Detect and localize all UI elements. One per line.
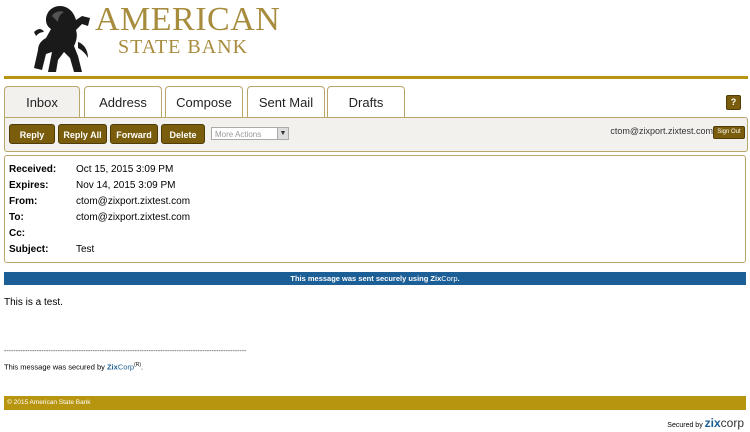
from-row: From: ctom@zixport.zixtest.com bbox=[9, 194, 190, 210]
subject-row: Subject: Test bbox=[9, 242, 94, 258]
subject-value: Test bbox=[76, 244, 95, 255]
help-button[interactable]: ? bbox=[726, 95, 741, 110]
user-email: ctom@zixport.zixtest.com bbox=[610, 126, 713, 136]
brand-line1: AMERICAN bbox=[95, 1, 281, 38]
zixcorp-zix: Zix bbox=[106, 362, 118, 372]
zixcorp-logo[interactable]: zixcorp bbox=[705, 416, 744, 430]
expires-row: Expires: Nov 14, 2015 3:09 PM bbox=[9, 178, 176, 194]
reply-button[interactable]: Reply bbox=[9, 124, 55, 144]
tab-address[interactable]: Address bbox=[84, 86, 162, 117]
more-actions-select[interactable]: More Actions ▼ bbox=[211, 127, 289, 140]
brand-line2: STATE BANK bbox=[118, 36, 249, 58]
secured-by-suffix: . bbox=[141, 362, 144, 372]
message-body: This is a test. bbox=[4, 297, 63, 308]
zixcorp-link[interactable]: ZixCorp bbox=[107, 363, 134, 372]
footer-bar: © 2015 American State Bank bbox=[4, 396, 746, 410]
expires-label: Expires: bbox=[9, 180, 49, 191]
tab-inbox[interactable]: Inbox bbox=[4, 86, 80, 119]
cc-row: Cc: bbox=[9, 226, 76, 242]
sign-out-button[interactable]: Sign Out bbox=[713, 126, 745, 139]
received-label: Received: bbox=[9, 164, 57, 175]
header: AMERICAN STATE BANK bbox=[0, 0, 750, 80]
secure-banner-text: This message was sent securely using bbox=[290, 274, 431, 283]
chevron-down-icon: ▼ bbox=[277, 128, 288, 139]
registered-mark: (R) bbox=[134, 362, 142, 368]
to-value: ctom@zixport.zixtest.com bbox=[76, 212, 191, 223]
cc-label: Cc: bbox=[9, 228, 26, 239]
copyright-text: © 2015 American State Bank bbox=[7, 399, 91, 406]
forward-button[interactable]: Forward bbox=[110, 124, 158, 144]
delete-button[interactable]: Delete bbox=[161, 124, 205, 144]
signature-secured-by: This message was secured by ZixCorp(R). bbox=[4, 362, 143, 372]
toolbar: Reply Reply All Forward Delete More Acti… bbox=[4, 117, 748, 152]
subject-label: Subject: bbox=[9, 244, 49, 255]
lion-logo-icon bbox=[34, 6, 90, 72]
received-row: Received: Oct 15, 2015 3:09 PM bbox=[9, 162, 173, 178]
zixcorp-logo-corp: corp bbox=[720, 416, 744, 430]
tab-drafts[interactable]: Drafts bbox=[327, 86, 405, 117]
zixcorp-corp: Corp bbox=[117, 362, 135, 372]
secure-banner: This message was sent securely using Zix… bbox=[4, 272, 746, 285]
footer-secured-by: Secured by zixcorp bbox=[667, 416, 744, 430]
reply-all-button[interactable]: Reply All bbox=[58, 124, 107, 144]
header-divider bbox=[4, 76, 748, 79]
to-row: To: ctom@zixport.zixtest.com bbox=[9, 210, 190, 226]
secure-banner-corp: Corp bbox=[441, 274, 458, 283]
to-label: To: bbox=[9, 212, 24, 223]
received-value: Oct 15, 2015 3:09 PM bbox=[76, 164, 174, 175]
expires-value: Nov 14, 2015 3:09 PM bbox=[76, 180, 176, 191]
from-label: From: bbox=[9, 196, 38, 207]
secure-banner-suffix: . bbox=[457, 274, 460, 283]
message-header: Received: Oct 15, 2015 3:09 PM Expires: No… bbox=[4, 155, 746, 263]
tab-sent-mail[interactable]: Sent Mail bbox=[247, 86, 325, 117]
footer-secured-text: Secured by bbox=[667, 422, 705, 429]
zixcorp-logo-zix: zix bbox=[704, 416, 721, 430]
signature-divider: ----------------------------------------… bbox=[4, 348, 247, 355]
more-actions-label: More Actions bbox=[215, 130, 262, 139]
secured-by-text: This message was secured by bbox=[4, 362, 107, 372]
secure-banner-zix: Zix bbox=[430, 274, 442, 283]
from-value: ctom@zixport.zixtest.com bbox=[76, 196, 191, 207]
tab-compose[interactable]: Compose bbox=[165, 86, 243, 117]
